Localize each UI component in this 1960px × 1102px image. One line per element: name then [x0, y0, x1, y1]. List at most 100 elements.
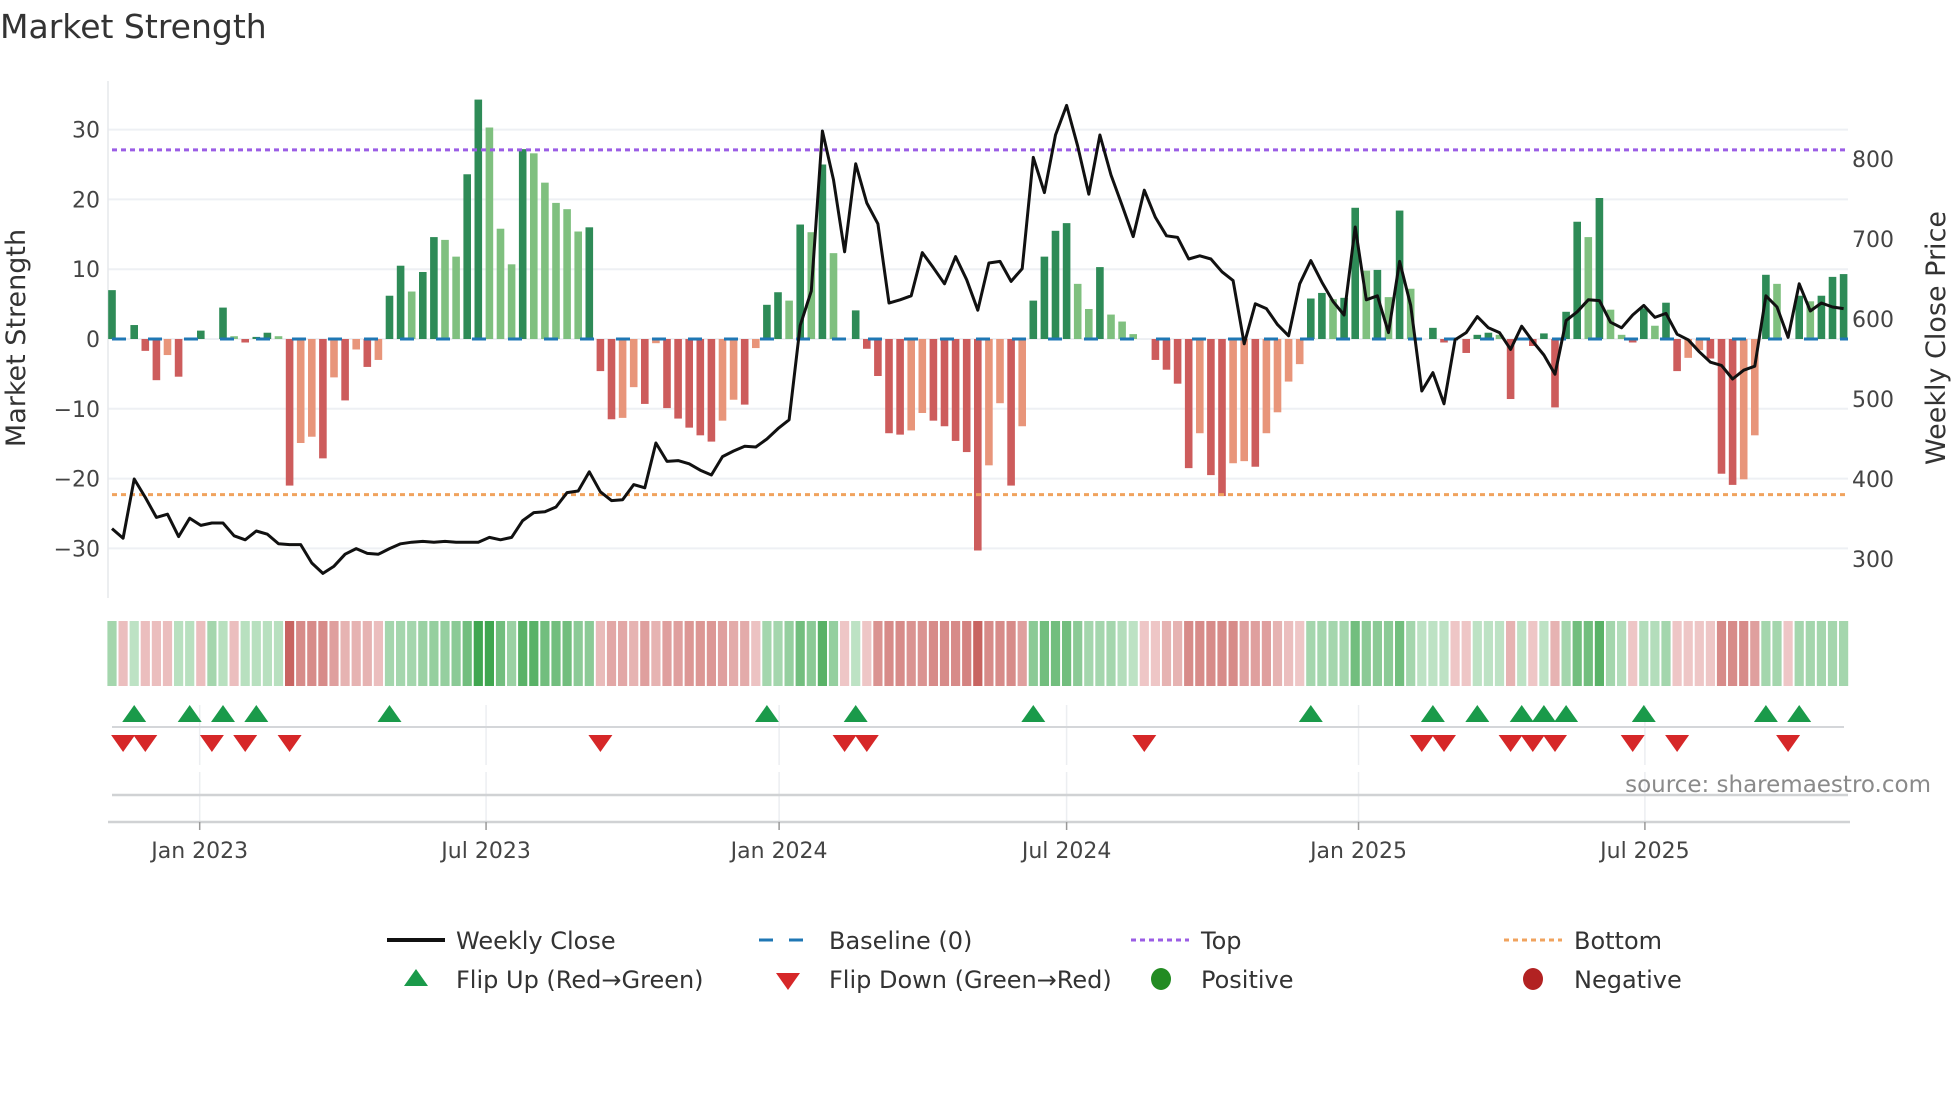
strength-bar: [985, 339, 993, 466]
flip-up-marker: [1554, 705, 1579, 722]
legend-item-baseline[interactable]: Baseline (0): [759, 927, 972, 955]
legend-item-positive[interactable]: Positive: [1151, 966, 1294, 994]
heat-cell: [1039, 621, 1049, 686]
strength-bar: [563, 209, 571, 339]
flip-down-marker: [1432, 735, 1456, 752]
heat-cell: [895, 621, 905, 686]
strength-bar: [1107, 314, 1115, 339]
x-tick-labels: Jan 2023 Jul 2023 Jan 2024 Jul 2024 Jan 2025…: [149, 822, 1690, 864]
strength-bar: [1318, 292, 1326, 339]
heat-cell: [384, 621, 395, 686]
legend-item-bottom[interactable]: Bottom: [1504, 927, 1662, 955]
strength-bar: [1085, 308, 1093, 339]
heat-cell: [1650, 621, 1660, 686]
heat-cell: [629, 621, 639, 686]
heat-cell: [1761, 621, 1771, 686]
heat-cell: [1139, 621, 1149, 686]
heat-cell: [1483, 621, 1493, 686]
strength-bar: [485, 127, 494, 339]
heat-cell: [362, 621, 372, 686]
heat-cell: [551, 621, 561, 686]
strength-bar: [241, 339, 249, 343]
y-tick-label: −20: [54, 468, 100, 493]
heat-cell: [695, 621, 705, 686]
heat-cell: [1095, 621, 1105, 686]
strength-bar: [1295, 339, 1304, 365]
heat-cell: [729, 621, 739, 686]
strength-bar: [1173, 339, 1182, 384]
heat-cell: [1728, 621, 1738, 686]
heat-cell: [1250, 621, 1260, 686]
right-tick-labels: 800 700 600 500 400 300: [1852, 148, 1894, 573]
strength-bar: [530, 153, 538, 339]
heat-cell: [906, 621, 916, 686]
flip-markers: [111, 705, 1812, 752]
heat-cell: [740, 621, 750, 686]
legend-label: Weekly Close: [456, 927, 616, 955]
strength-bar: [663, 339, 671, 409]
legend-label: Top: [1200, 927, 1242, 955]
triangle-down-icon: [776, 973, 800, 990]
heat-cell: [1827, 621, 1838, 686]
y2-tick-label: 400: [1852, 468, 1894, 493]
heat-cell: [1217, 621, 1227, 686]
heat-cell: [273, 621, 284, 686]
heat-cell: [1794, 621, 1804, 686]
heat-cell: [1339, 621, 1349, 686]
strength-bar: [885, 339, 893, 434]
heat-cell: [1017, 621, 1027, 686]
strength-bar: [1595, 198, 1604, 339]
heat-cell: [118, 621, 128, 686]
flip-down-marker: [133, 735, 158, 752]
legend-item-top[interactable]: Top: [1131, 927, 1242, 955]
x-tick-label: Jul 2023: [439, 839, 531, 864]
legend-item-flip-up[interactable]: Flip Up (Red→Green): [404, 966, 704, 994]
heat-cell: [1705, 621, 1715, 686]
heat-cell: [773, 621, 783, 686]
heat-cell: [962, 621, 972, 686]
heat-cell: [407, 621, 417, 686]
legend-item-flip-down[interactable]: Flip Down (Green→Red): [776, 966, 1112, 994]
flip-up-marker: [754, 705, 779, 722]
strength-bar: [108, 290, 116, 339]
heat-cell: [307, 621, 317, 686]
legend-item-weekly-close[interactable]: Weekly Close: [387, 927, 616, 955]
strength-bar: [385, 295, 394, 339]
left-axis-title: Market Strength: [1, 229, 32, 447]
strength-bar: [1118, 321, 1126, 339]
heat-cell: [1062, 621, 1072, 686]
heat-cell: [562, 621, 572, 686]
strength-bar: [1151, 339, 1160, 360]
heat-cell: [1406, 621, 1416, 686]
heat-cell: [828, 621, 839, 686]
heat-cell: [440, 621, 450, 686]
heat-cell: [1472, 621, 1482, 686]
flip-down-marker: [1520, 735, 1545, 752]
strength-bar: [829, 253, 838, 339]
heat-cell: [1239, 621, 1249, 686]
heat-cell: [1561, 621, 1571, 686]
heat-cell: [329, 621, 339, 686]
heat-cell: [418, 621, 428, 686]
legend-label: Baseline (0): [829, 927, 972, 955]
flip-down-marker: [1776, 735, 1801, 752]
flip-up-marker: [1531, 705, 1556, 722]
strength-bar: [629, 339, 638, 388]
heat-cell: [662, 621, 672, 686]
strength-bar: [763, 304, 771, 339]
heat-cell: [928, 621, 938, 686]
heat-cell: [1206, 621, 1216, 686]
strength-bar: [352, 339, 360, 350]
strength-bar: [574, 231, 582, 339]
heat-cell: [1261, 621, 1271, 686]
strength-bar: [641, 339, 649, 404]
heat-cell: [784, 621, 794, 686]
heat-cell: [1383, 621, 1394, 686]
strength-bar: [1573, 221, 1581, 339]
heat-cell: [1228, 621, 1238, 686]
legend-item-negative[interactable]: Negative: [1523, 966, 1682, 994]
heat-strip: [107, 621, 1849, 686]
strength-bar: [1839, 274, 1848, 339]
heat-cell: [939, 621, 950, 686]
heat-cell: [1572, 621, 1582, 686]
